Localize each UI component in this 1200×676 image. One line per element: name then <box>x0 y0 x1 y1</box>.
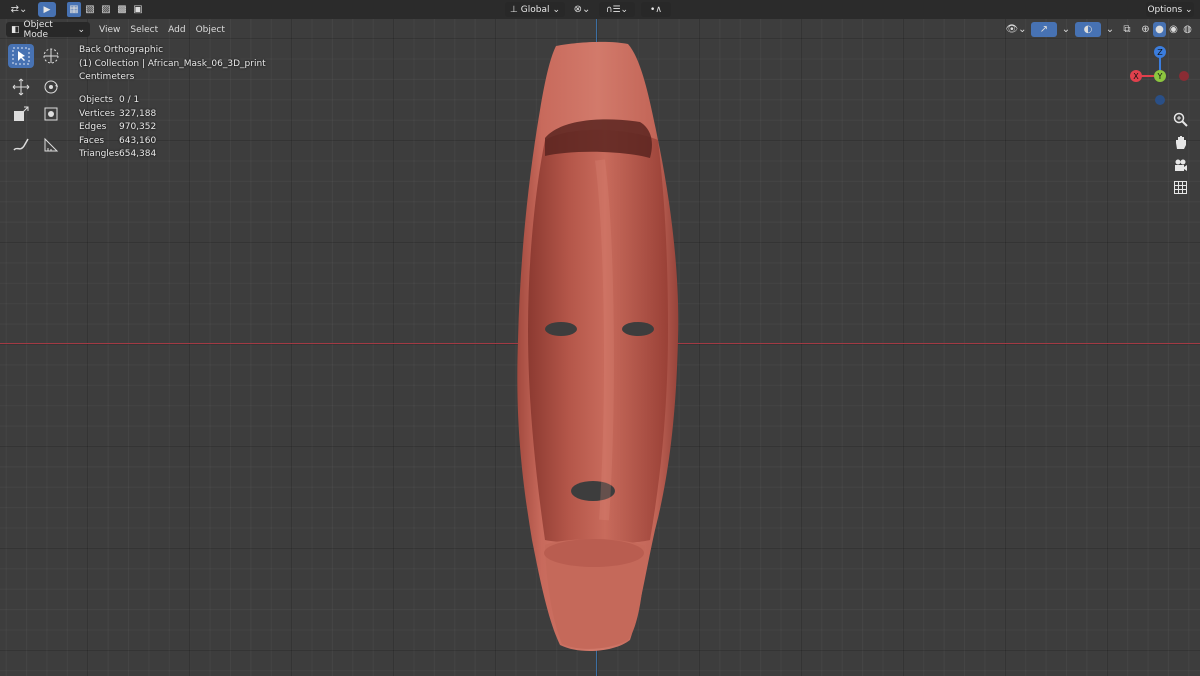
selection-mode-group: ▦ ▧ ▨ ▩ ▣ <box>67 2 145 17</box>
transform-controls: ⊥ Global ⌄ ⊗⌄ ∩ ☰⌄ • ∧ <box>505 2 671 17</box>
object-mode-icon: ◧ <box>11 24 20 35</box>
select-new-icon[interactable]: ▦ <box>67 2 81 17</box>
transform-gizmo-icon[interactable]: ⇄⌄ <box>8 2 30 17</box>
chevron-down-icon: ⌄ <box>552 4 560 15</box>
transform-orientation-dropdown[interactable]: ⊥ Global ⌄ <box>505 2 565 17</box>
chevron-down-icon: ⌄ <box>77 24 85 35</box>
overlays-icon[interactable]: ◐ <box>1075 22 1101 37</box>
mode-dropdown[interactable]: ◧ Object Mode ⌄ <box>6 19 90 40</box>
grid-icon[interactable] <box>1169 176 1191 198</box>
select-extend-icon[interactable]: ▧ <box>83 2 97 17</box>
mask-model[interactable] <box>0 0 1200 676</box>
select-tool-icon[interactable] <box>8 44 34 68</box>
zoom-icon[interactable] <box>1169 108 1191 130</box>
view-name: Back Orthographic <box>79 45 164 55</box>
transform-orientation-label: Global <box>520 4 550 15</box>
mask-right-eye <box>622 322 654 336</box>
rendered-icon[interactable]: ◍ <box>1181 22 1194 37</box>
stat-label: Faces <box>79 135 105 146</box>
stat-row: Objects 0 / 1 <box>79 94 156 108</box>
mask-left-eye <box>545 322 577 336</box>
chevron-down-icon[interactable]: ⌄ <box>1105 22 1115 37</box>
options-dropdown[interactable]: Options ⌄ <box>1146 2 1194 17</box>
select-invert-icon[interactable]: ▩ <box>115 2 129 17</box>
orientation-icon: ⊥ <box>510 4 518 15</box>
pivot-point-icon[interactable]: ⊗⌄ <box>571 2 593 17</box>
viewport-info: Back Orthographic (1) Collection | Afric… <box>79 44 266 85</box>
visibility-icon[interactable]: 👁⌄ <box>1005 22 1027 37</box>
snap-increment-icon: ☰⌄ <box>612 4 629 15</box>
gizmo-y-label: Y <box>1157 72 1163 81</box>
material-icon[interactable]: ◉ <box>1167 22 1180 37</box>
magnet-icon: ∩ <box>605 4 613 15</box>
annotate-tool-icon[interactable] <box>8 133 34 157</box>
stat-value: 327,188 <box>119 108 157 119</box>
gizmo-toggle-icon[interactable]: ↗ <box>1031 22 1057 37</box>
snap-toggle[interactable]: ∩ ☰⌄ <box>599 2 635 17</box>
viewport-header: ⇄⌄ ▶ ▦ ▧ ▨ ▩ ▣ ⊥ Global ⌄ ⊗⌄ ∩ ☰⌄ • ∧ Op… <box>0 0 1200 19</box>
proportional-edit-toggle[interactable]: • ∧ <box>641 2 671 17</box>
cursor-icon[interactable]: ▶ <box>38 2 56 17</box>
menu-object[interactable]: Object <box>191 22 230 37</box>
navigation-gizmo[interactable]: Z X Y <box>1120 40 1200 110</box>
hand-pan-icon[interactable] <box>1169 131 1191 153</box>
stat-value: 643,160 <box>119 135 157 146</box>
solid-icon[interactable]: ● <box>1153 22 1166 37</box>
menu-select[interactable]: Select <box>125 22 163 37</box>
stat-value: 970,352 <box>119 122 157 132</box>
move-tool-icon[interactable] <box>8 75 34 99</box>
units-label: Centimeters <box>79 72 135 82</box>
chevron-down-icon[interactable]: ⌄ <box>1061 22 1071 37</box>
stat-label: Edges <box>79 122 107 132</box>
stat-row: Edges 970,352 <box>79 121 156 135</box>
mode-label: Object Mode <box>23 19 53 40</box>
stat-value: 0 / 1 <box>119 95 140 105</box>
rotate-tool-icon[interactable] <box>38 75 64 99</box>
stat-row: Vertices 327,188 <box>79 108 156 122</box>
3d-viewport[interactable] <box>0 0 1200 676</box>
wireframe-icon[interactable]: ⊕ <box>1139 22 1152 37</box>
shading-group: ⊕ ● ◉ ◍ <box>1139 22 1194 37</box>
menu-view[interactable]: View <box>94 22 125 37</box>
stat-label: Objects <box>79 95 114 105</box>
camera-icon[interactable] <box>1169 154 1191 176</box>
gizmo-x-label: X <box>1133 72 1139 81</box>
menu-add[interactable]: Add <box>163 22 190 37</box>
gizmo-neg-x-handle[interactable] <box>1179 71 1189 81</box>
viewport-header-menus: ◧ Object Mode ⌄ View Select Add Object 👁… <box>0 19 1200 40</box>
stat-label: Vertices <box>79 108 115 119</box>
options-label: Options <box>1147 4 1183 15</box>
select-intersect-icon[interactable]: ▣ <box>131 2 145 17</box>
stat-value: 654,384 <box>119 149 157 159</box>
stat-row: Triangles 654,384 <box>79 148 156 162</box>
gizmo-neg-z-handle[interactable] <box>1155 95 1165 105</box>
scene-statistics: Objects 0 / 1 Vertices 327,188 Edges 970,35… <box>79 94 156 162</box>
transform-tool-icon[interactable] <box>38 102 64 126</box>
viewport-right-controls: 👁⌄ ↗ ⌄ ◐ ⌄ ⧉ ⊕ ● ◉ ◍ ⌄ <box>1005 22 1200 37</box>
scale-tool-icon[interactable] <box>8 102 34 126</box>
falloff-curve-icon: ∧ <box>655 4 662 15</box>
collection-label: (1) Collection | African_Mask_06_3D_prin… <box>79 58 266 69</box>
select-subtract-icon[interactable]: ▨ <box>99 2 113 17</box>
mask-bottom-ellipse <box>544 539 644 567</box>
xray-icon[interactable]: ⧉ <box>1119 22 1135 37</box>
gizmo-z-label: Z <box>1157 48 1163 57</box>
chevron-down-icon: ⌄ <box>1182 4 1193 15</box>
measure-tool-icon[interactable] <box>38 133 64 157</box>
stat-row: Faces 643,160 <box>79 135 156 149</box>
menu-bar: View Select Add Object <box>94 22 230 37</box>
stat-label: Triangles <box>79 149 120 159</box>
cursor-tool-icon[interactable] <box>38 44 64 68</box>
